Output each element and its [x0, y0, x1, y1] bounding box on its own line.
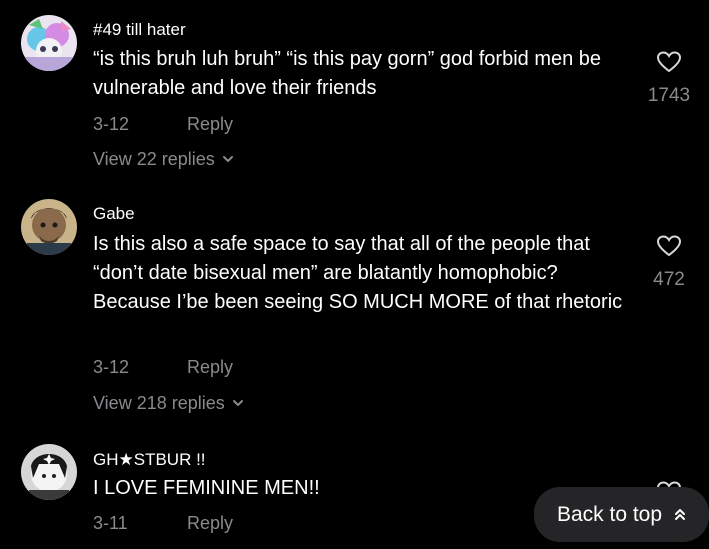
avatar[interactable]: [21, 199, 77, 255]
reply-button[interactable]: Reply: [187, 513, 233, 534]
comment-username[interactable]: GH★STBUR !!: [93, 450, 206, 470]
like-button[interactable]: 472: [639, 234, 699, 291]
reply-button[interactable]: Reply: [187, 357, 233, 378]
avatar[interactable]: [21, 444, 77, 500]
comment-text: “is this bruh luh bruh” “is this pay gor…: [93, 48, 602, 99]
chevron-down-icon: [221, 150, 235, 171]
view-replies-button[interactable]: View 218 replies: [93, 393, 245, 415]
view-replies-label: View 22 replies: [93, 149, 215, 169]
like-count: 472: [653, 269, 685, 290]
comment-date: 3-12: [93, 114, 130, 134]
heart-icon: [639, 234, 699, 263]
like-button[interactable]: 1743: [639, 50, 699, 107]
view-replies-label: View 218 replies: [93, 393, 225, 413]
comment-username[interactable]: #49 till hater: [93, 20, 186, 40]
back-to-top-label: Back to top: [556, 502, 663, 526]
comment-text: Is this also a safe space to say that al…: [93, 233, 623, 313]
double-chevron-up-icon: [674, 503, 686, 527]
comment-username[interactable]: Gabe: [93, 204, 135, 224]
avatar[interactable]: [21, 15, 77, 71]
view-replies-button[interactable]: View 22 replies: [93, 149, 235, 171]
back-to-top-button[interactable]: Back to top: [534, 487, 709, 542]
reply-button[interactable]: Reply: [187, 114, 233, 135]
chevron-down-icon: [231, 394, 245, 415]
heart-icon: [639, 50, 699, 79]
comment-date: 3-12: [93, 357, 130, 377]
comment-date: 3-11: [93, 513, 128, 533]
like-count: 1743: [647, 85, 691, 106]
